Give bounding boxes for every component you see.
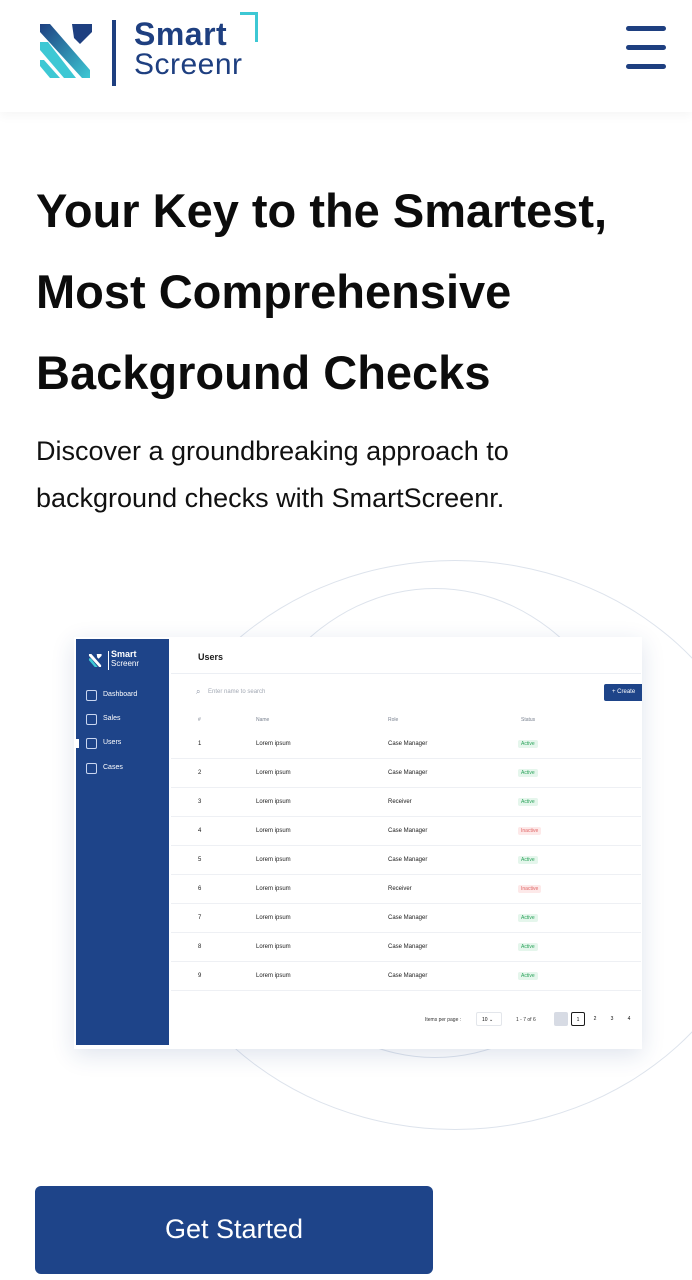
column-header-role: Role xyxy=(388,717,399,723)
row-role: Receiver xyxy=(388,886,412,892)
status-badge: Active xyxy=(518,856,538,864)
row-number: 2 xyxy=(198,770,202,776)
row-number: 8 xyxy=(198,944,202,950)
row-name: Lorem ipsum xyxy=(256,799,291,805)
row-name: Lorem ipsum xyxy=(256,857,291,863)
row-number: 1 xyxy=(198,741,202,747)
column-header-number: # xyxy=(198,717,201,723)
hero-title: Your Key to the Smartest, Most Comprehen… xyxy=(36,184,608,399)
previous-page-button[interactable] xyxy=(554,1012,568,1026)
row-number: 4 xyxy=(198,828,202,834)
row-name: Lorem ipsum xyxy=(256,915,291,921)
smartscreenr-logo[interactable]: Smart Screenr xyxy=(36,12,266,92)
status-badge: Active xyxy=(518,740,538,748)
row-role: Case Manager xyxy=(388,944,428,950)
logo-divider xyxy=(112,20,116,86)
row-number: 7 xyxy=(198,915,202,921)
dashboard-preview-illustration: Smart Screenr Dashboard Sales Users Case… xyxy=(0,560,692,1140)
hero-subtitle: Discover a groundbreaking approach to ba… xyxy=(36,436,509,513)
page-button-4[interactable]: 4 xyxy=(622,1012,636,1026)
preview-sidebar: Smart Screenr Dashboard Sales Users Case… xyxy=(76,639,169,1045)
items-per-page-select[interactable]: 10 ⌄ xyxy=(476,1012,502,1026)
dashboard-frame: Smart Screenr Dashboard Sales Users Case… xyxy=(74,637,642,1049)
page-button-2[interactable]: 2 xyxy=(588,1012,602,1026)
get-started-button[interactable]: Get Started xyxy=(35,1186,433,1274)
create-user-button[interactable]: + Create xyxy=(604,684,642,701)
sidebar-item-users[interactable]: Users xyxy=(86,737,166,751)
logo-mark-icon xyxy=(40,24,92,78)
table-row[interactable]: 4 Lorem ipsum Case Manager Inactive xyxy=(171,817,641,846)
row-name: Lorem ipsum xyxy=(256,741,291,747)
users-icon xyxy=(86,738,97,749)
sidebar-item-sales[interactable]: Sales xyxy=(86,713,166,727)
status-badge: Inactive xyxy=(518,827,542,835)
logo-mark-icon xyxy=(88,653,102,668)
document-icon xyxy=(86,763,97,774)
status-badge: Active xyxy=(518,914,538,922)
row-number: 9 xyxy=(198,973,202,979)
row-role: Receiver xyxy=(388,799,412,805)
hamburger-menu-icon[interactable] xyxy=(626,26,666,70)
row-number: 6 xyxy=(198,886,202,892)
bar-chart-icon xyxy=(86,714,97,725)
row-role: Case Manager xyxy=(388,915,428,921)
search-icon: ⌕ xyxy=(196,687,201,696)
dashboard-icon xyxy=(86,690,97,701)
page-button-3[interactable]: 3 xyxy=(605,1012,619,1026)
row-name: Lorem ipsum xyxy=(256,973,291,979)
logo-bracket xyxy=(240,12,258,42)
row-role: Case Manager xyxy=(388,741,428,747)
row-number: 5 xyxy=(198,857,202,863)
row-name: Lorem ipsum xyxy=(256,944,291,950)
row-role: Case Manager xyxy=(388,828,428,834)
status-badge: Active xyxy=(518,798,538,806)
row-number: 3 xyxy=(198,799,202,805)
status-badge: Inactive xyxy=(518,885,542,893)
table-row[interactable]: 2 Lorem ipsum Case Manager Active xyxy=(171,759,641,788)
items-per-page-label: Items per page : xyxy=(425,1017,462,1023)
site-header: Smart Screenr xyxy=(0,0,692,112)
preview-logo: Smart Screenr xyxy=(88,649,158,673)
table-row[interactable]: 1 Lorem ipsum Case Manager Active xyxy=(171,730,641,759)
preview-logo-screenr: Screenr xyxy=(111,659,140,668)
table-row[interactable]: 8 Lorem ipsum Case Manager Active xyxy=(171,933,641,962)
status-badge: Active xyxy=(518,943,538,951)
sidebar-item-cases[interactable]: Cases xyxy=(86,762,166,776)
logo-text-screenr: Screenr xyxy=(134,48,243,81)
status-badge: Active xyxy=(518,769,538,777)
row-name: Lorem ipsum xyxy=(256,770,291,776)
preview-search-input[interactable]: ⌕ Enter name to search xyxy=(196,687,396,699)
table-row[interactable]: 7 Lorem ipsum Case Manager Active xyxy=(171,904,641,933)
row-name: Lorem ipsum xyxy=(256,886,291,892)
column-header-status: Status xyxy=(521,717,536,723)
table-row[interactable]: 5 Lorem ipsum Case Manager Active xyxy=(171,846,641,875)
sidebar-item-dashboard[interactable]: Dashboard xyxy=(86,689,166,703)
column-header-name: Name xyxy=(256,717,270,723)
preview-page-title: Users xyxy=(198,652,224,662)
table-row[interactable]: 6 Lorem ipsum Receiver Inactive xyxy=(171,875,641,904)
active-item-marker xyxy=(76,739,79,748)
row-name: Lorem ipsum xyxy=(256,828,291,834)
table-row[interactable]: 3 Lorem ipsum Receiver Active xyxy=(171,788,641,817)
row-role: Case Manager xyxy=(388,973,428,979)
row-role: Case Manager xyxy=(388,857,428,863)
preview-logo-smart: Smart xyxy=(111,649,137,659)
status-badge: Active xyxy=(518,972,538,980)
table-row[interactable]: 9 Lorem ipsum Case Manager Active xyxy=(171,962,641,991)
row-role: Case Manager xyxy=(388,770,428,776)
page-button-1[interactable]: 1 xyxy=(571,1012,585,1026)
pagination-range: 1 - 7 of 6 xyxy=(516,1017,536,1023)
